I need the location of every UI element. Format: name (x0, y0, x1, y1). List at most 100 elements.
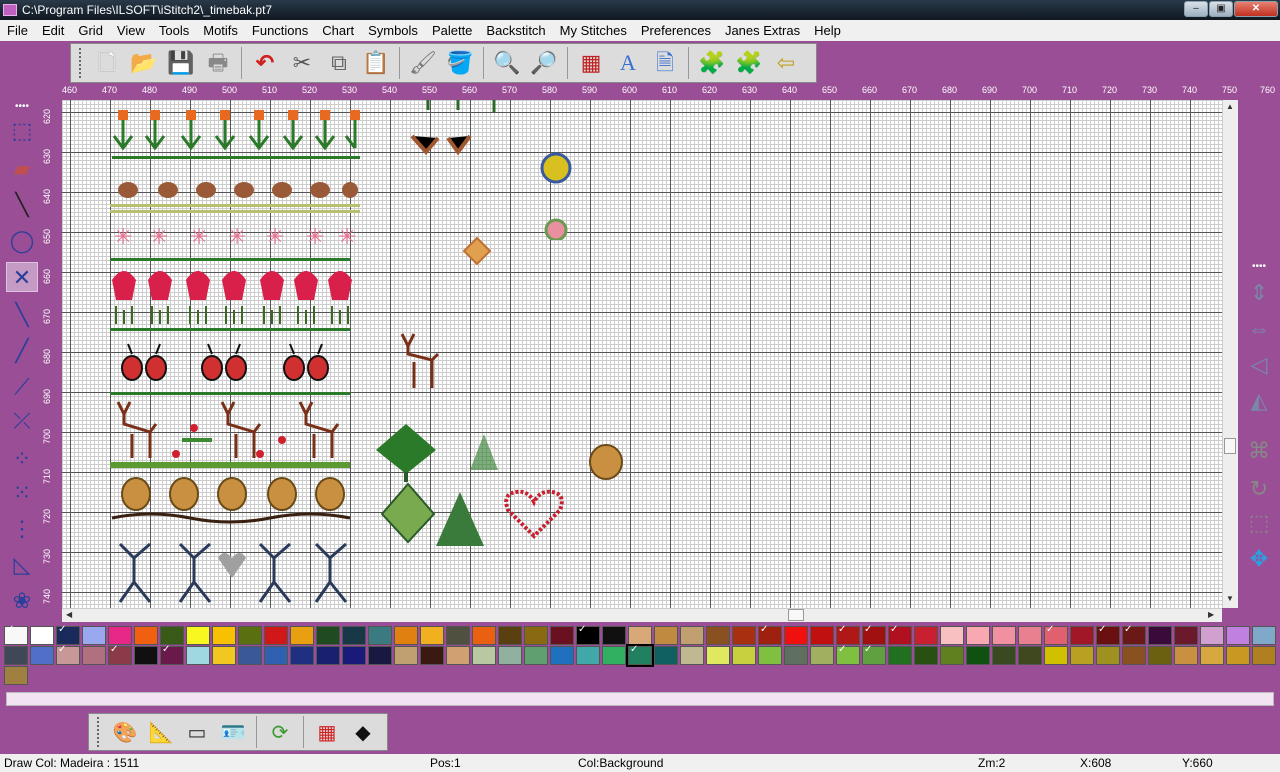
palette-swatch[interactable] (602, 626, 626, 645)
minimize-button[interactable]: – (1184, 1, 1208, 17)
palette-swatch[interactable] (524, 646, 548, 665)
palette-swatch[interactable] (1200, 646, 1224, 665)
zoom-in-icon[interactable]: 🔍 (490, 46, 524, 80)
palette-swatch[interactable] (30, 646, 54, 665)
scroll-up-arrow-icon[interactable]: ▲ (1226, 102, 1234, 111)
print-icon[interactable]: 🖶 (201, 46, 235, 80)
scroll-right-arrow-icon[interactable]: ▶ (1208, 610, 1214, 619)
toolbar-grip[interactable] (97, 717, 101, 747)
palette-swatch[interactable] (82, 646, 106, 665)
palette-swatch[interactable] (888, 646, 912, 665)
palette-swatch[interactable] (264, 646, 288, 665)
menu-motifs[interactable]: Motifs (196, 23, 245, 38)
menu-preferences[interactable]: Preferences (634, 23, 718, 38)
palette-swatch[interactable] (4, 646, 28, 665)
cut-icon[interactable]: ✂ (285, 46, 319, 80)
menu-chart[interactable]: Chart (315, 23, 361, 38)
menu-symbols[interactable]: Symbols (361, 23, 425, 38)
palette-swatch[interactable] (108, 626, 132, 645)
palette-swatch[interactable] (238, 646, 262, 665)
palette-swatch[interactable] (732, 626, 756, 645)
palette-swatch[interactable] (576, 624, 600, 645)
palette-swatch[interactable] (1018, 626, 1042, 645)
mirror-vertical-icon[interactable]: ◭ (1243, 386, 1275, 416)
vertical-scrollbar[interactable]: ▲ ▼ (1222, 100, 1238, 608)
palette-swatch[interactable] (784, 626, 808, 645)
palette-swatch[interactable] (160, 626, 184, 645)
palette-swatch[interactable] (1200, 626, 1224, 645)
palette-swatch[interactable] (758, 624, 782, 645)
palette-swatch[interactable] (1226, 646, 1250, 665)
symbols-icon[interactable]: ◆ (347, 716, 379, 748)
palette-swatch[interactable] (368, 626, 392, 645)
palette-swatch[interactable] (966, 646, 990, 665)
palette-swatch[interactable] (1148, 646, 1172, 665)
knot-pattern-icon[interactable]: ⌘ (1243, 436, 1275, 466)
save-icon[interactable]: 💾 (164, 46, 198, 80)
palette-swatch[interactable] (238, 626, 262, 645)
quarter-stitch-icon[interactable]: ╱ (6, 336, 38, 366)
palette-swatch[interactable] (758, 646, 782, 665)
vertical-scroll-thumb[interactable] (1224, 438, 1236, 454)
palette-swatch[interactable] (186, 626, 210, 645)
palette-swatch[interactable] (56, 624, 80, 645)
palette-swatch[interactable] (1070, 646, 1094, 665)
palette-swatch[interactable] (626, 644, 654, 667)
palette-swatch[interactable] (186, 646, 210, 665)
flip-vertical-icon[interactable]: ⇕ (1243, 278, 1275, 308)
menu-edit[interactable]: Edit (35, 23, 71, 38)
menu-view[interactable]: View (110, 23, 152, 38)
palette-swatch[interactable] (498, 626, 522, 645)
palette-swatch[interactable] (1044, 646, 1068, 665)
palette-swatch[interactable] (446, 646, 470, 665)
palette-swatch[interactable] (290, 626, 314, 645)
menu-palette[interactable]: Palette (425, 23, 479, 38)
bead-icon[interactable]: ⁙ (6, 478, 38, 508)
palette-swatch[interactable] (134, 626, 158, 645)
rotate-icon[interactable]: ↻ (1243, 474, 1275, 504)
french-knot-icon[interactable]: ⁘ (6, 444, 38, 474)
palette-swatch[interactable] (498, 646, 522, 665)
menu-tools[interactable]: Tools (152, 23, 196, 38)
palette-swatch[interactable] (212, 646, 236, 665)
palette-swatch[interactable] (680, 626, 704, 645)
ruler-tool-icon[interactable]: ◺ (6, 550, 38, 580)
palette-swatch[interactable] (1122, 646, 1146, 665)
scroll-left-arrow-icon[interactable]: ◀ (66, 610, 72, 619)
palette-swatch[interactable] (1096, 624, 1120, 645)
open-folder-icon[interactable]: 📂 (127, 46, 161, 80)
color-grid-icon[interactable]: ▦ (311, 716, 343, 748)
scroll-down-arrow-icon[interactable]: ▼ (1226, 594, 1234, 603)
palette-swatch[interactable] (420, 646, 444, 665)
palette-swatch[interactable] (680, 646, 704, 665)
palette-swatch[interactable] (1252, 646, 1276, 665)
lasso-icon[interactable]: ◯ (6, 226, 38, 256)
move-arrows-icon[interactable]: ✥ (1243, 544, 1275, 574)
needle-icon[interactable]: ╲ (6, 190, 38, 220)
horizontal-scroll-thumb[interactable] (788, 609, 804, 621)
menu-functions[interactable]: Functions (245, 23, 315, 38)
palette-swatch[interactable] (342, 626, 366, 645)
palette-swatch[interactable] (420, 626, 444, 645)
palette-swatch[interactable] (576, 646, 600, 665)
palette-swatch[interactable] (1174, 626, 1198, 645)
palette-swatch[interactable] (1174, 646, 1198, 665)
palette-swatch[interactable] (550, 646, 574, 665)
puzzle-icon[interactable]: 🧩 (695, 46, 729, 80)
palette-swatch[interactable] (212, 626, 236, 645)
palette-swatch[interactable] (628, 626, 652, 645)
palette-swatch[interactable] (940, 646, 964, 665)
stretch-icon[interactable]: ⬚ (1243, 508, 1275, 538)
paint-bucket-icon[interactable]: 🪣 (443, 46, 477, 80)
palette-swatch[interactable] (914, 626, 938, 645)
flip-horizontal-icon[interactable]: ⇔ (1243, 314, 1275, 344)
palette-swatch[interactable] (654, 646, 678, 665)
menu-backstitch[interactable]: Backstitch (479, 23, 552, 38)
menu-janes-extras[interactable]: Janes Extras (718, 23, 807, 38)
horizontal-scrollbar[interactable]: ◀ ▶ (62, 608, 1222, 622)
document-icon[interactable]: 🗎 (648, 46, 682, 80)
palette-swatch[interactable] (1122, 624, 1146, 645)
palette-swatch[interactable] (134, 646, 158, 665)
palette-swatch[interactable] (394, 626, 418, 645)
toolbox-grip[interactable]: •••• (1243, 262, 1275, 272)
